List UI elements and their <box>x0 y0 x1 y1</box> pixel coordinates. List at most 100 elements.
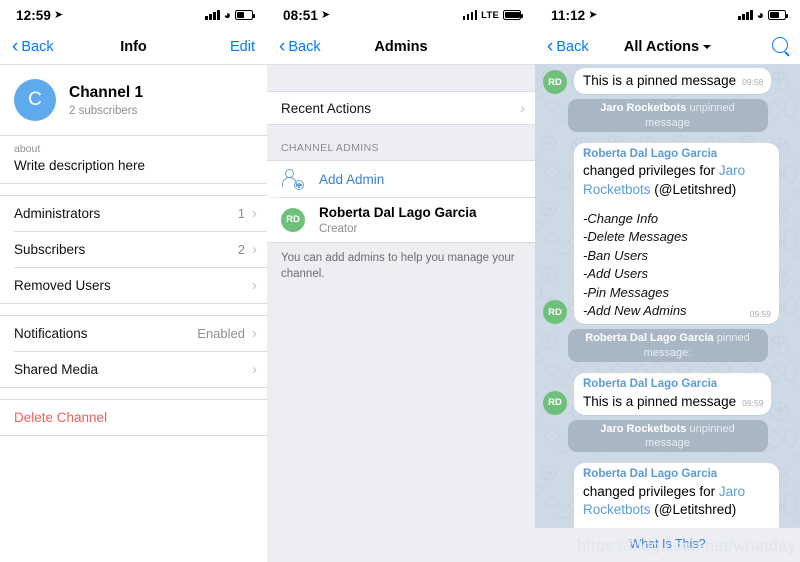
message-text: changed privileges for Jaro Rocketbots (… <box>583 162 771 198</box>
row-label: Recent Actions <box>281 100 372 116</box>
text-pre: changed privileges for <box>583 483 719 499</box>
about-text: Write description here <box>14 157 146 173</box>
chevron-right-icon: › <box>252 324 257 342</box>
signal-bars-icon <box>738 10 753 20</box>
recent-actions-card: Recent Actions › <box>267 92 535 124</box>
message-row[interactable]: RD This is a pinned message 09:58 <box>543 68 792 95</box>
battery-icon <box>503 10 523 20</box>
section-gap <box>0 183 267 195</box>
delete-channel-label: Delete Channel <box>14 409 108 425</box>
channel-subscribers: 2 subscribers <box>69 104 138 117</box>
avatar-slot: RD <box>543 70 569 95</box>
location-arrow-icon: ➤ <box>321 8 331 21</box>
avatar: C <box>14 79 56 121</box>
search-icon <box>772 37 788 53</box>
privilege-item-last-row: -Add New Admins 09:59 <box>583 302 771 320</box>
privilege-item: -Add Users <box>583 266 649 282</box>
chevron-left-icon: ‹ <box>279 35 286 57</box>
service-message[interactable]: Roberta Dal Lago Garcia pinned message: <box>567 329 768 363</box>
about-block[interactable]: about Write description here <box>0 136 267 183</box>
edit-button[interactable]: Edit <box>230 39 255 55</box>
service-message-row: Roberta Dal Lago Garcia pinned message: <box>543 329 792 368</box>
message-row[interactable]: RD Roberta Dal Lago Garcia This is a pin… <box>543 373 792 415</box>
text-post: (@Letitshred) <box>650 181 737 197</box>
back-label: Back <box>556 39 589 55</box>
search-button[interactable] <box>772 37 788 57</box>
carrier-label: LTE <box>481 9 499 21</box>
admins-footer-note: You can add admins to help you manage yo… <box>281 251 515 280</box>
chevron-down-icon <box>703 45 712 49</box>
row-value: 2 <box>237 241 245 257</box>
message-bubble[interactable]: Roberta Dal Lago Garcia This is a pinned… <box>574 373 772 415</box>
row-label: Removed Users <box>14 277 111 293</box>
what-is-this-link[interactable]: What Is This? <box>535 528 800 551</box>
row-value: 1 <box>237 205 245 221</box>
service-message-row: Jaro Rocketbots unpinned message <box>543 99 792 138</box>
message-bubble[interactable]: Roberta Dal Lago Garcia changed privileg… <box>574 142 779 325</box>
message-bubble[interactable]: This is a pinned message 09:58 <box>574 68 772 95</box>
row-notifications[interactable]: Notifications Enabled › <box>0 315 267 351</box>
chevron-left-icon: ‹ <box>12 35 19 57</box>
chevron-right-icon: › <box>252 360 257 378</box>
service-message[interactable]: Jaro Rocketbots unpinned message <box>567 419 768 453</box>
row-label: Shared Media <box>14 361 99 377</box>
phone-screen-channel-info: 12:59 ➤ ◕ ‹ Back Info Edit C Channel 1 2 <box>0 0 267 562</box>
message-text: This is a pinned message <box>583 393 737 409</box>
add-user-icon <box>281 168 305 190</box>
message-time: 09:59 <box>742 397 764 408</box>
status-time: 12:59 <box>16 7 52 23</box>
row-recent-actions[interactable]: Recent Actions › <box>267 92 535 124</box>
avatar: RD <box>543 300 567 325</box>
back-button-info[interactable]: ‹ Back <box>12 35 54 57</box>
back-button-admins[interactable]: ‹ Back <box>279 35 321 57</box>
service-message-row: Jaro Rocketbots unpinned message <box>543 419 792 459</box>
back-button-chat[interactable]: ‹ Back <box>547 37 589 57</box>
status-bar-admins: 08:51 ➤ LTE <box>267 0 535 30</box>
privilege-item: -Pin Messages <box>583 284 669 300</box>
channel-header[interactable]: C Channel 1 2 subscribers <box>0 65 267 135</box>
row-label: Subscribers <box>14 241 86 257</box>
text-pre: changed privileges for <box>583 163 719 179</box>
back-label: Back <box>288 39 321 55</box>
admin-list-item[interactable]: RD Roberta Dal Lago Garcia Creator <box>267 198 535 242</box>
admin-name: Roberta Dal Lago Garcia <box>319 205 477 220</box>
chevron-right-icon: › <box>252 240 257 258</box>
status-indicators: ◕ <box>738 8 788 22</box>
delete-channel-button[interactable]: Delete Channel <box>0 399 267 435</box>
row-removed-users[interactable]: Removed Users › <box>0 267 267 303</box>
nav-bar-admins: ‹ Back Admins <box>267 30 535 64</box>
add-admin-label: Add Admin <box>319 171 385 187</box>
signal-bars-icon <box>462 10 478 20</box>
wifi-icon: ◕ <box>223 8 231 22</box>
admin-meta: Roberta Dal Lago Garcia Creator <box>319 205 477 235</box>
service-actor: Jaro Rocketbots <box>600 422 687 435</box>
status-indicators: ◕ <box>205 8 255 22</box>
add-admin-button[interactable]: Add Admin <box>267 161 535 197</box>
status-time: 11:12 <box>551 7 586 23</box>
message-author: Roberta Dal Lago Garcia <box>583 378 718 391</box>
chat-bottom-bar: What Is This? <box>535 528 800 562</box>
message-row[interactable]: RD Roberta Dal Lago Garcia changed privi… <box>543 142 792 325</box>
avatar-slot: RD <box>543 390 569 415</box>
chat-log[interactable]: RD This is a pinned message 09:58 Jaro Ro… <box>535 64 800 562</box>
message-text: changed privileges for Jaro Rocketbots (… <box>583 483 771 519</box>
wifi-icon: ◕ <box>756 8 764 22</box>
info-body: C Channel 1 2 subscribers about Write de… <box>0 65 267 436</box>
section-gap <box>0 387 267 399</box>
phone-screen-all-actions: 11:12 ➤ ◕ ‹ Back All Actions RD This is … <box>535 0 800 562</box>
row-subscribers[interactable]: Subscribers 2 › <box>0 231 267 267</box>
chevron-right-icon: › <box>252 204 257 222</box>
location-arrow-icon: ➤ <box>588 8 598 21</box>
battery-icon <box>235 10 255 20</box>
channel-meta: Channel 1 2 subscribers <box>69 83 143 116</box>
row-shared-media[interactable]: Shared Media › <box>0 351 267 387</box>
service-message[interactable]: Jaro Rocketbots unpinned message <box>567 99 768 132</box>
privilege-item: -Add New Admins <box>583 303 687 319</box>
avatar: RD <box>543 70 567 95</box>
row-administrators[interactable]: Administrators 1 › <box>0 195 267 231</box>
status-indicators: LTE <box>462 9 523 21</box>
service-actor: Roberta Dal Lago Garcia <box>585 332 714 345</box>
avatar: RD <box>543 390 567 415</box>
text-post: (@Letitshred) <box>650 502 737 518</box>
